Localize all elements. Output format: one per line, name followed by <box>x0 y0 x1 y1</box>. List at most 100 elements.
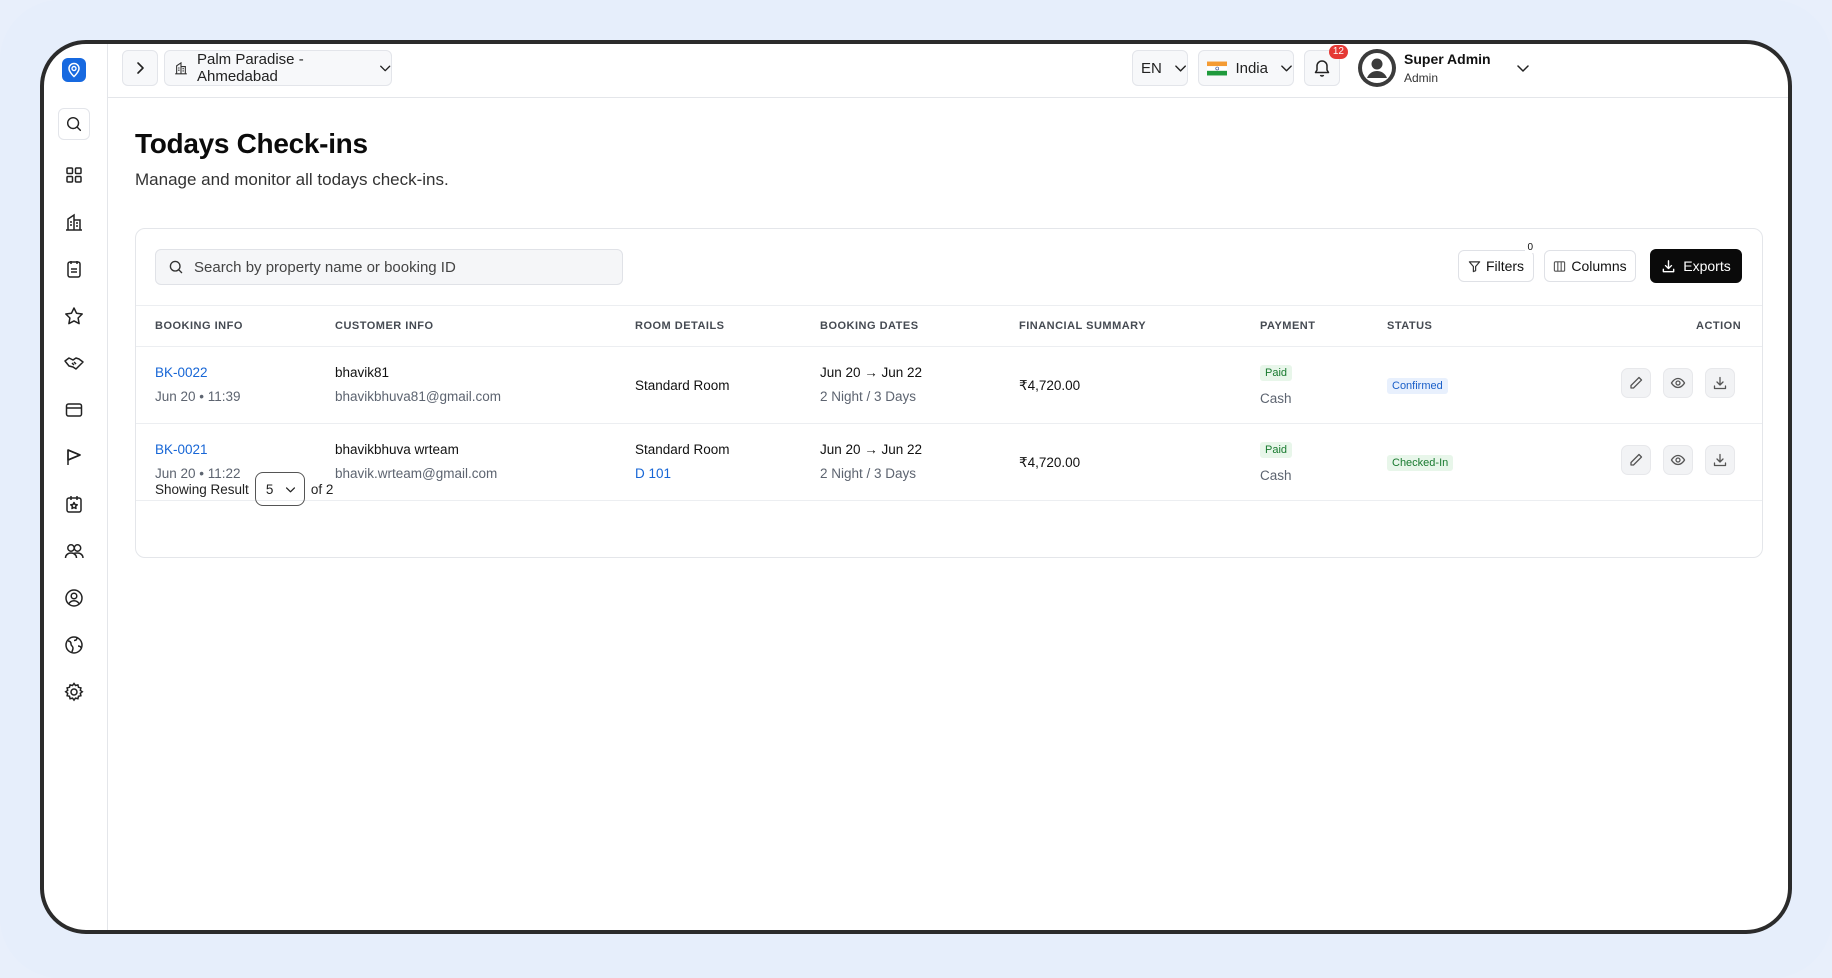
sidebar-item-users[interactable] <box>61 538 87 564</box>
avatar <box>1358 49 1396 87</box>
sidebar-item-dashboard[interactable] <box>61 162 87 188</box>
topbar: Palm Paradise - Ahmedabad EN India 12 Su… <box>108 44 1788 98</box>
exports-label: Exports <box>1683 258 1731 274</box>
header-status[interactable]: STATUS <box>1387 320 1432 332</box>
room-number-link[interactable]: D 101 <box>635 466 671 481</box>
page-size-select[interactable]: 5 <box>254 472 305 506</box>
user-circle-icon <box>65 589 83 607</box>
booking-dates: Jun 20 → Jun 22 <box>820 365 923 380</box>
india-flag-icon <box>1207 61 1228 75</box>
edit-button[interactable] <box>1621 368 1651 398</box>
sidebar-item-wallet[interactable] <box>61 397 87 423</box>
table-header: BOOKING INFO CUSTOMER INFO ROOM DETAILS … <box>136 305 1762 347</box>
search-input[interactable] <box>194 258 594 276</box>
flag-icon <box>67 449 81 465</box>
main-content: Todays Check-ins Manage and monitor all … <box>108 98 1788 930</box>
globe-icon <box>65 636 83 654</box>
columns-button[interactable]: Columns <box>1544 250 1636 282</box>
customer-name: bhavik81 <box>335 365 390 380</box>
property-name: Palm Paradise - Ahmedabad <box>196 51 304 85</box>
download-icon <box>1713 453 1727 467</box>
sidebar-search-button[interactable] <box>58 108 90 140</box>
table-row: BK-0022 Jun 20 • 11:39 bhavik81 bhavikbh… <box>136 347 1762 424</box>
sidebar-item-reviews[interactable] <box>61 303 87 329</box>
page-size-value: 5 <box>265 481 274 497</box>
language-label: EN <box>1141 59 1162 77</box>
user-menu[interactable]: Super Admin Admin <box>1358 48 1538 88</box>
room-type: Standard Room <box>635 442 730 457</box>
sidebar-item-location[interactable] <box>61 632 87 658</box>
booking-amount: ₹4,720.00 <box>1019 455 1081 470</box>
header-booking-info[interactable]: BOOKING INFO <box>155 320 243 332</box>
pagination: Showing Result 5 of 2 <box>155 471 333 507</box>
grid-icon <box>66 167 82 183</box>
download-button[interactable] <box>1705 368 1735 398</box>
sidebar-item-partners[interactable] <box>61 350 87 376</box>
header-action: ACTION <box>1696 320 1742 332</box>
columns-icon <box>1554 260 1566 272</box>
download-button[interactable] <box>1705 445 1735 475</box>
table-row: BK-0021 Jun 20 • 11:22 bhavikbhuva wrtea… <box>136 424 1762 501</box>
customer-email: bhavik.wrteam@gmail.com <box>335 466 498 481</box>
sidebar-item-profile[interactable] <box>61 585 87 611</box>
header-booking-dates[interactable]: BOOKING DATES <box>820 320 919 332</box>
exports-button[interactable]: Exports <box>1650 249 1742 283</box>
edit-button[interactable] <box>1621 445 1651 475</box>
property-selector[interactable]: Palm Paradise - Ahmedabad <box>164 50 392 86</box>
checkins-card: Filters 0 Columns Exports BOOKING INFO C… <box>135 228 1763 558</box>
filters-count: 0 <box>1525 242 1535 253</box>
header-payment[interactable]: PAYMENT <box>1260 320 1315 332</box>
customer-name: bhavikbhuva wrteam <box>335 442 459 457</box>
country-label: India <box>1235 59 1268 77</box>
chevron-down-icon <box>285 486 295 492</box>
booking-id-link[interactable]: BK-0022 <box>155 365 208 380</box>
payment-method: Cash <box>1260 391 1292 406</box>
sidebar-item-campaigns[interactable] <box>61 444 87 470</box>
payment-method: Cash <box>1260 468 1292 483</box>
pagination-suffix: of 2 <box>310 481 334 497</box>
download-icon <box>1713 376 1727 390</box>
outer-frame: Palm Paradise - Ahmedabad EN India 12 Su… <box>0 0 1832 978</box>
eye-icon <box>1670 454 1686 466</box>
app-window: Palm Paradise - Ahmedabad EN India 12 Su… <box>40 40 1792 934</box>
country-selector[interactable]: India <box>1198 50 1294 86</box>
chevron-right-icon <box>137 62 144 74</box>
search-icon <box>169 260 183 274</box>
search-box[interactable] <box>155 249 623 285</box>
booking-dates: Jun 20 → Jun 22 <box>820 442 923 457</box>
star-icon <box>65 307 83 325</box>
sidebar <box>44 44 108 930</box>
building-icon <box>175 61 187 75</box>
sidebar-item-properties[interactable] <box>61 209 87 235</box>
sidebar-item-bookings[interactable] <box>61 256 87 282</box>
notification-count-badge: 12 <box>1328 45 1348 59</box>
sidebar-item-events[interactable] <box>61 491 87 517</box>
notifications-button[interactable]: 12 <box>1304 45 1348 86</box>
filters-button[interactable]: Filters 0 <box>1458 242 1535 282</box>
view-button[interactable] <box>1663 445 1693 475</box>
page-subtitle: Manage and monitor all todays check-ins. <box>135 170 449 189</box>
page-title: Todays Check-ins <box>135 128 368 159</box>
sidebar-toggle-button[interactable] <box>122 50 158 86</box>
user-role: Admin <box>1404 71 1439 85</box>
header-customer-info[interactable]: CUSTOMER INFO <box>335 320 434 332</box>
app-logo[interactable] <box>62 58 86 82</box>
bell-icon <box>1314 60 1330 77</box>
booking-amount: ₹4,720.00 <box>1019 378 1081 393</box>
sidebar-item-settings[interactable] <box>61 679 87 705</box>
booking-id-link[interactable]: BK-0021 <box>155 442 208 457</box>
booking-duration: 2 Night / 3 Days <box>820 466 917 481</box>
handshake-icon <box>64 357 84 370</box>
view-button[interactable] <box>1663 368 1693 398</box>
language-selector[interactable]: EN <box>1132 50 1188 86</box>
payment-status-badge: Paid <box>1260 365 1293 381</box>
status-badge: Checked-In <box>1387 455 1454 471</box>
header-financial-summary[interactable]: FINANCIAL SUMMARY <box>1019 320 1146 332</box>
header-room-details[interactable]: ROOM DETAILS <box>635 320 725 332</box>
chevron-down-icon <box>1517 65 1529 72</box>
payment-status-badge: Paid <box>1260 442 1293 458</box>
columns-label: Columns <box>1571 258 1627 274</box>
room-type: Standard Room <box>635 378 730 393</box>
eye-icon <box>1670 377 1686 389</box>
clipboard-icon <box>67 261 81 278</box>
